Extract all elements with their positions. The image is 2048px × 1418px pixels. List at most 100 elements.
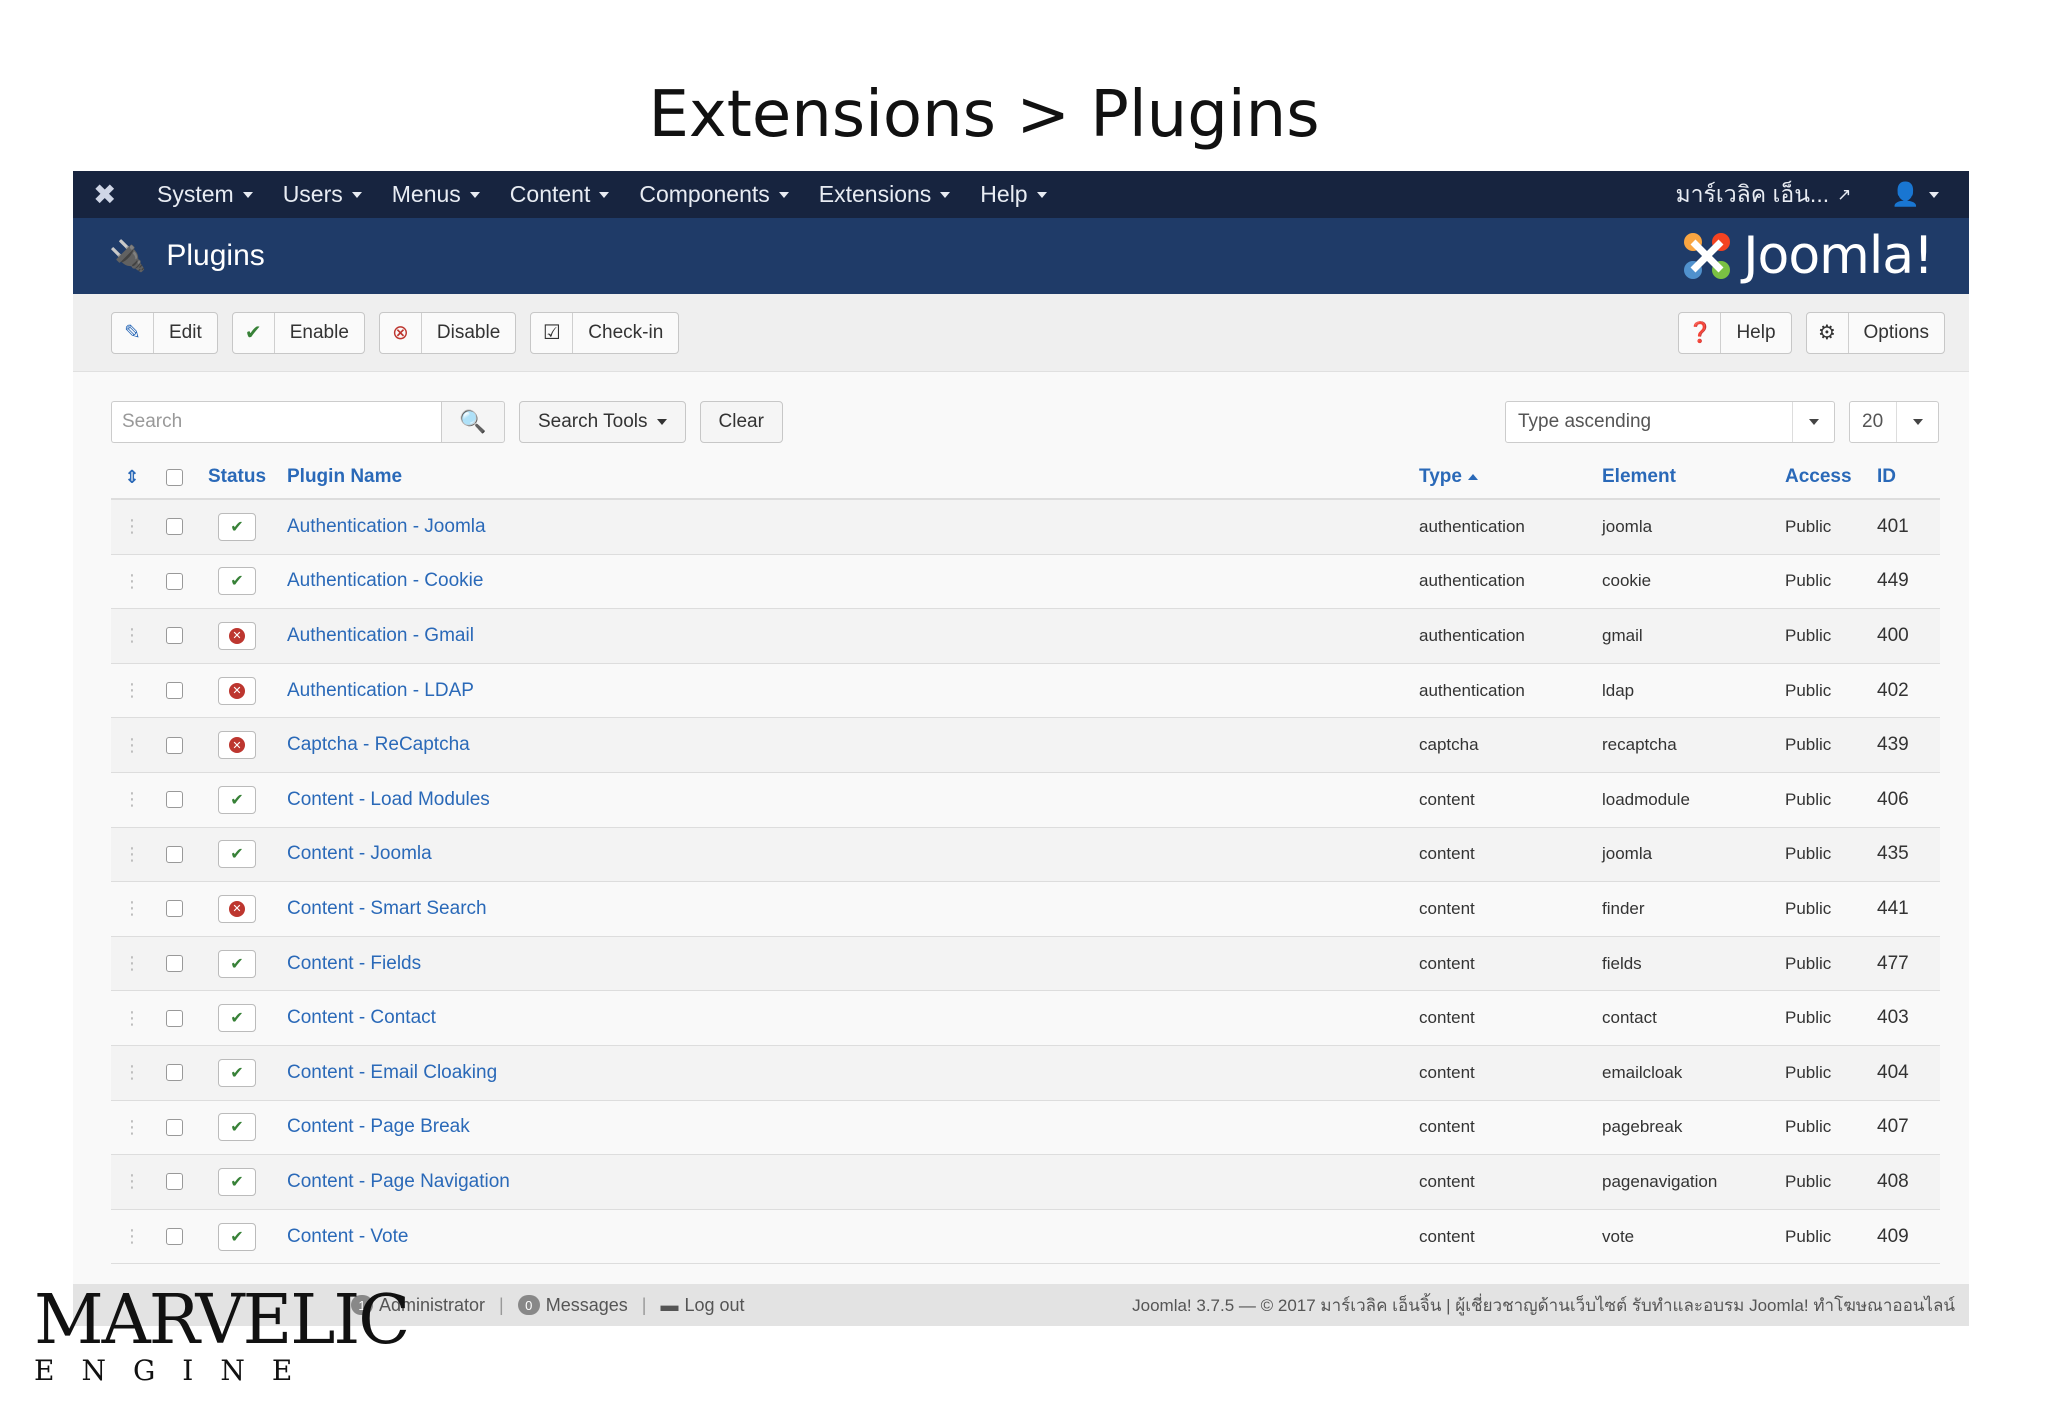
drag-handle-icon[interactable]: ⋮ [111, 625, 153, 646]
plugin-name-link[interactable]: Authentication - Joomla [279, 516, 1419, 538]
plugin-type: content [1419, 1008, 1475, 1028]
enabled-status-toggle[interactable]: ✔ [218, 1222, 256, 1251]
chevron-down-icon [351, 191, 362, 198]
col-plugin-name[interactable]: Plugin Name [279, 466, 1419, 488]
nav-item-components[interactable]: Components [639, 181, 789, 208]
drag-handle-icon[interactable]: ⋮ [111, 1117, 153, 1138]
check-icon: ✔ [230, 1010, 244, 1028]
row-checkbox[interactable] [153, 791, 195, 809]
plugin-name-link[interactable]: Captcha - ReCaptcha [279, 734, 1419, 756]
drag-handle-icon[interactable]: ⋮ [111, 516, 153, 537]
plugin-name-link[interactable]: Content - Page Navigation [279, 1171, 1419, 1193]
row-checkbox[interactable] [153, 955, 195, 973]
enabled-status-toggle[interactable]: ✔ [218, 840, 256, 869]
plugin-name-link[interactable]: Content - Vote [279, 1226, 1419, 1248]
plugin-name-link[interactable]: Content - Email Cloaking [279, 1062, 1419, 1084]
enabled-status-toggle[interactable]: ✔ [218, 785, 256, 814]
plugin-name-link[interactable]: Content - Joomla [279, 843, 1419, 865]
plugin-name-link[interactable]: Content - Page Break [279, 1116, 1419, 1138]
disabled-status-toggle[interactable]: ✕ [218, 894, 256, 923]
chevron-down-icon [940, 191, 951, 198]
edit-button[interactable]: ✎ Edit [111, 311, 218, 354]
row-checkbox[interactable] [153, 1009, 195, 1027]
col-access[interactable]: Access [1785, 466, 1877, 488]
enabled-status-toggle[interactable]: ✔ [218, 1167, 256, 1196]
help-button[interactable]: ❓ Help [1678, 311, 1792, 354]
col-element[interactable]: Element [1602, 466, 1785, 488]
site-link[interactable]: มาร์เวลิค เอ็น... ↗ [1675, 177, 1851, 213]
row-checkbox[interactable] [153, 518, 195, 536]
drag-handle-icon[interactable]: ⋮ [111, 844, 153, 865]
disabled-status-toggle[interactable]: ✕ [218, 731, 256, 760]
messages-link[interactable]: Messages [546, 1295, 628, 1316]
drag-handle-icon[interactable]: ⋮ [111, 735, 153, 756]
cancel-icon: ✕ [229, 900, 245, 917]
ordering-select[interactable]: Type ascending [1505, 401, 1835, 443]
nav-item-users[interactable]: Users [283, 181, 362, 208]
nav-item-menus[interactable]: Menus [392, 181, 480, 208]
divider: | [499, 1294, 504, 1315]
drag-handle-icon[interactable]: ⋮ [111, 1008, 153, 1029]
enabled-status-toggle[interactable]: ✔ [218, 567, 256, 596]
plugin-element: pagenavigation [1602, 1171, 1718, 1191]
plugin-name-link[interactable]: Authentication - LDAP [279, 680, 1419, 702]
col-type[interactable]: Type [1419, 466, 1602, 488]
logo-main-text: MARVELIC [34, 1281, 410, 1360]
drag-handle-icon[interactable]: ⋮ [111, 1226, 153, 1247]
enabled-status-toggle[interactable]: ✔ [218, 1058, 256, 1087]
enable-button[interactable]: ✔ Enable [231, 311, 365, 354]
plugin-name-link[interactable]: Content - Contact [279, 1007, 1419, 1029]
enabled-status-toggle[interactable]: ✔ [218, 1004, 256, 1033]
nav-item-content[interactable]: Content [510, 181, 610, 208]
row-checkbox[interactable] [153, 1118, 195, 1136]
search-tools-button[interactable]: Search Tools [519, 401, 686, 443]
search-input[interactable]: Search [111, 401, 441, 443]
row-checkbox[interactable] [153, 900, 195, 918]
drag-handle-icon[interactable]: ⋮ [111, 898, 153, 919]
plugin-id: 404 [1877, 1061, 1909, 1083]
col-status[interactable]: Status [195, 466, 279, 488]
search-button[interactable]: 🔍 [441, 401, 505, 443]
joomla-icon[interactable]: ✖ [93, 178, 157, 211]
sort-icon[interactable]: ⇕ [111, 467, 153, 488]
row-checkbox[interactable] [153, 1064, 195, 1082]
disabled-status-toggle[interactable]: ✕ [218, 676, 256, 705]
nav-item-help[interactable]: Help [980, 181, 1047, 208]
drag-handle-icon[interactable]: ⋮ [111, 953, 153, 974]
logout-link[interactable]: Log out [684, 1295, 744, 1316]
drag-handle-icon[interactable]: ⋮ [111, 680, 153, 701]
row-checkbox[interactable] [153, 572, 195, 590]
row-checkbox[interactable] [153, 627, 195, 645]
row-checkbox[interactable] [153, 845, 195, 863]
row-checkbox[interactable] [153, 736, 195, 754]
enabled-status-toggle[interactable]: ✔ [218, 1113, 256, 1142]
plugin-name-link[interactable]: Content - Smart Search [279, 898, 1419, 920]
options-button[interactable]: ⚙ Options [1805, 311, 1945, 354]
row-checkbox[interactable] [153, 1173, 195, 1191]
disable-button[interactable]: ⊗ Disable [378, 311, 517, 354]
plugin-name-link[interactable]: Authentication - Gmail [279, 625, 1419, 647]
clear-button[interactable]: Clear [699, 401, 783, 443]
drag-handle-icon[interactable]: ⋮ [111, 1062, 153, 1083]
drag-handle-icon[interactable]: ⋮ [111, 1171, 153, 1192]
row-checkbox[interactable] [153, 1228, 195, 1246]
plugin-name-link[interactable]: Authentication - Cookie [279, 570, 1419, 592]
plugin-element: vote [1602, 1226, 1635, 1246]
cancel-icon: ⊗ [380, 312, 422, 353]
enabled-status-toggle[interactable]: ✔ [218, 512, 256, 541]
checkin-button[interactable]: ☑ Check-in [530, 311, 680, 354]
nav-item-system[interactable]: System [157, 181, 253, 208]
plugin-name-link[interactable]: Content - Load Modules [279, 789, 1419, 811]
disabled-status-toggle[interactable]: ✕ [218, 621, 256, 650]
row-checkbox[interactable] [153, 682, 195, 700]
enabled-status-toggle[interactable]: ✔ [218, 949, 256, 978]
nav-item-extensions[interactable]: Extensions [819, 181, 951, 208]
drag-handle-icon[interactable]: ⋮ [111, 789, 153, 810]
user-menu[interactable]: 👤 [1891, 181, 1939, 208]
col-id[interactable]: ID [1877, 466, 1927, 488]
select-all-checkbox[interactable] [153, 468, 195, 486]
chevron-down-icon [1896, 402, 1938, 442]
limit-select[interactable]: 20 [1849, 401, 1939, 443]
drag-handle-icon[interactable]: ⋮ [111, 571, 153, 592]
plugin-name-link[interactable]: Content - Fields [279, 953, 1419, 975]
